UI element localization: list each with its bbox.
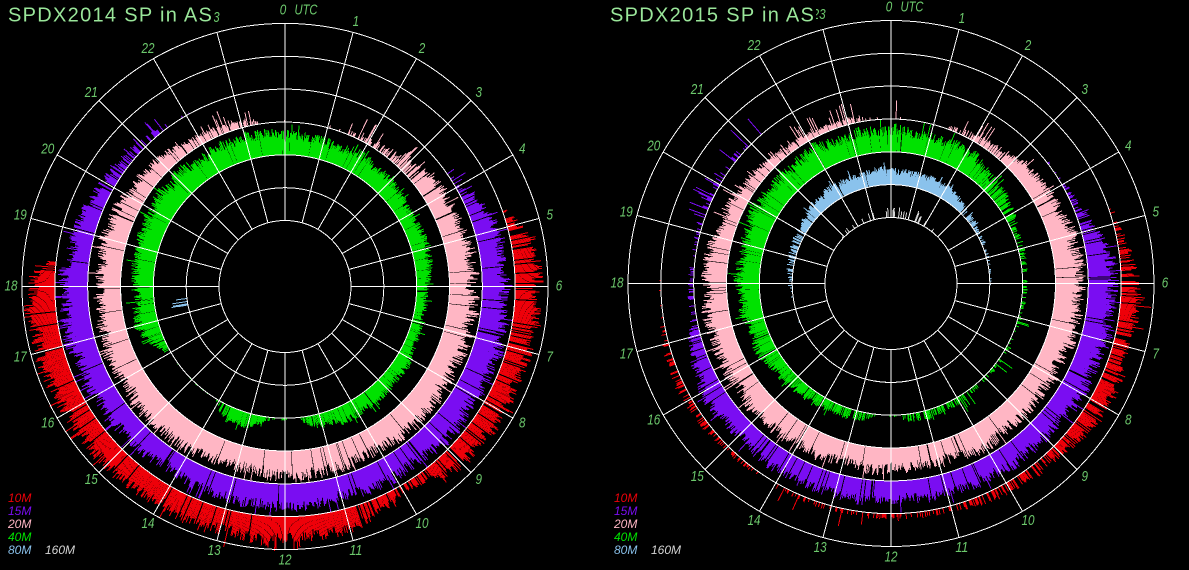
svg-text:0: 0 xyxy=(886,0,893,16)
svg-text:10: 10 xyxy=(1022,512,1036,529)
svg-text:19: 19 xyxy=(14,207,28,224)
svg-text:13: 13 xyxy=(208,542,222,559)
svg-text:16: 16 xyxy=(647,412,661,429)
svg-text:0: 0 xyxy=(280,2,287,19)
svg-text:6: 6 xyxy=(556,278,563,295)
svg-text:12: 12 xyxy=(885,549,899,566)
svg-text:4: 4 xyxy=(1125,138,1132,155)
svg-text:12: 12 xyxy=(279,552,293,569)
svg-text:21: 21 xyxy=(690,81,704,98)
svg-text:5: 5 xyxy=(1152,204,1159,221)
svg-text:SPDX2014 SP in AS: SPDX2014 SP in AS xyxy=(8,5,213,27)
svg-text:11: 11 xyxy=(955,539,968,556)
svg-text:20M: 20M xyxy=(613,517,637,531)
svg-text:4: 4 xyxy=(519,141,526,158)
svg-text:19: 19 xyxy=(620,204,634,221)
svg-text:15: 15 xyxy=(691,468,705,485)
svg-text:3: 3 xyxy=(475,84,482,101)
svg-text:6: 6 xyxy=(1162,275,1169,292)
svg-text:UTC: UTC xyxy=(901,0,924,16)
svg-text:14: 14 xyxy=(748,512,761,529)
svg-text:80M: 80M xyxy=(614,543,637,557)
svg-text:15M: 15M xyxy=(614,504,637,518)
svg-text:3: 3 xyxy=(1081,81,1088,98)
svg-text:21: 21 xyxy=(84,84,98,101)
svg-text:2: 2 xyxy=(1024,37,1032,54)
svg-text:10M: 10M xyxy=(8,491,31,505)
svg-text:18: 18 xyxy=(611,275,625,292)
svg-text:22: 22 xyxy=(747,37,761,54)
svg-text:17: 17 xyxy=(620,345,634,362)
svg-text:15: 15 xyxy=(85,471,99,488)
svg-text:40M: 40M xyxy=(614,530,637,544)
svg-text:10M: 10M xyxy=(614,491,637,505)
svg-text:9: 9 xyxy=(475,471,482,488)
svg-text:8: 8 xyxy=(1125,412,1132,429)
svg-text:15M: 15M xyxy=(8,504,31,518)
svg-text:14: 14 xyxy=(142,515,155,532)
svg-text:5: 5 xyxy=(546,207,553,224)
svg-text:40M: 40M xyxy=(8,530,31,544)
svg-text:7: 7 xyxy=(546,348,553,365)
svg-text:20: 20 xyxy=(646,138,660,155)
svg-text:7: 7 xyxy=(1152,345,1159,362)
svg-text:17: 17 xyxy=(14,348,28,365)
svg-text:80M: 80M xyxy=(8,543,31,557)
svg-text:2: 2 xyxy=(418,40,426,57)
svg-text:1: 1 xyxy=(959,10,966,27)
svg-text:160M: 160M xyxy=(45,543,75,557)
svg-text:22: 22 xyxy=(141,40,155,57)
svg-text:20: 20 xyxy=(40,141,54,158)
svg-text:8: 8 xyxy=(519,415,526,432)
svg-text:160M: 160M xyxy=(651,543,681,557)
svg-text:UTC: UTC xyxy=(295,2,318,19)
svg-text:11: 11 xyxy=(349,542,362,559)
svg-text:16: 16 xyxy=(41,415,55,432)
svg-text:20M: 20M xyxy=(7,517,31,531)
svg-text:18: 18 xyxy=(5,278,19,295)
svg-text:13: 13 xyxy=(814,539,828,556)
svg-text:SPDX2015 SP in AS: SPDX2015 SP in AS xyxy=(610,5,815,27)
svg-text:9: 9 xyxy=(1081,468,1088,485)
svg-text:1: 1 xyxy=(353,13,360,30)
svg-text:10: 10 xyxy=(416,515,430,532)
